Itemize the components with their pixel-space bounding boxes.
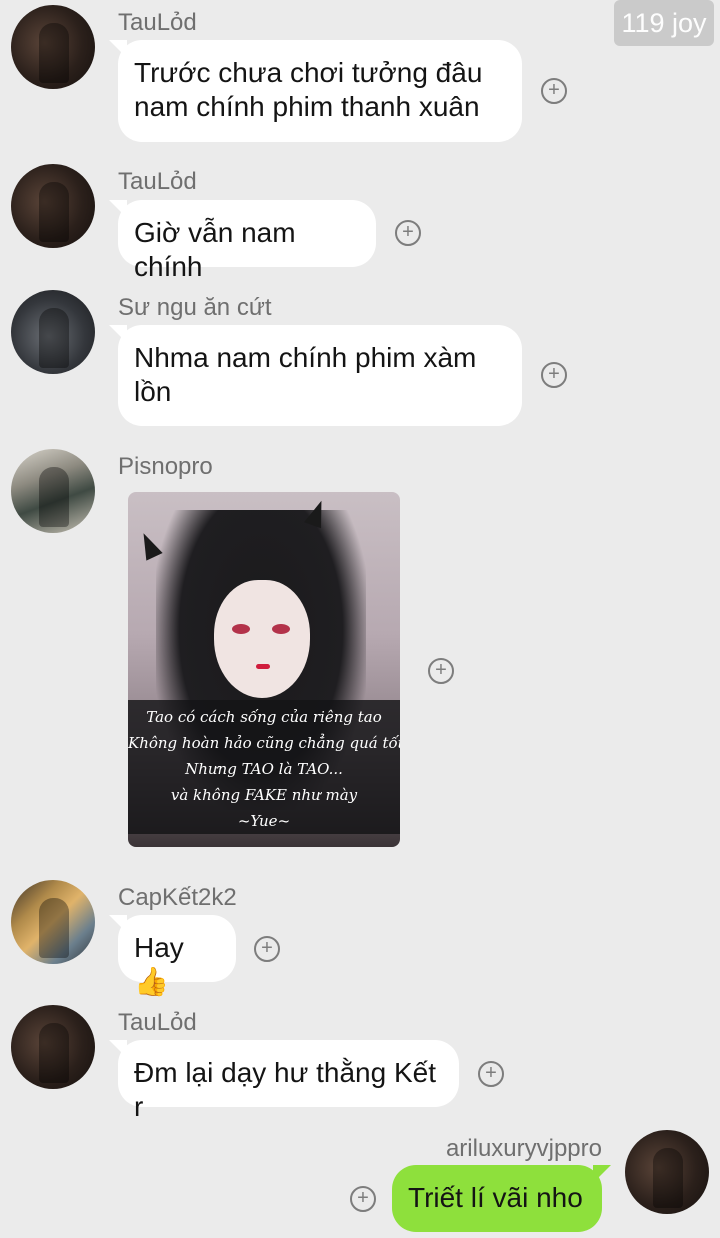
message-line: Hay 👍: [134, 932, 184, 997]
image-message[interactable]: Tao có cách sống của riêng tao Không hoà…: [128, 492, 400, 847]
message-line: nam chính phim thanh xuân: [134, 91, 480, 122]
avatar-figure: [653, 1148, 683, 1208]
avatar-figure: [39, 182, 69, 242]
message-line: Trước chưa chơi tưởng đâu: [134, 57, 483, 88]
eye-left: [232, 624, 250, 634]
avatar-figure: [39, 898, 69, 958]
sender-name: Pisnopro: [118, 453, 213, 480]
add-reaction-icon[interactable]: +: [428, 658, 454, 684]
sender-name: CapKết2k2: [118, 884, 237, 911]
avatar[interactable]: [11, 1005, 95, 1089]
avatar-figure: [39, 467, 69, 527]
message-bubble[interactable]: Trước chưa chơi tưởng đâu nam chính phim…: [109, 40, 522, 142]
message-bubble[interactable]: Nhma nam chính phim xàm lồn: [109, 325, 522, 426]
caption-line: và không FAKE như mày: [170, 786, 358, 804]
self-sender-name: ariluxuryvjppro: [445, 1135, 602, 1162]
add-reaction-icon[interactable]: +: [350, 1186, 376, 1212]
add-reaction-icon[interactable]: +: [478, 1061, 504, 1087]
self-avatar[interactable]: [625, 1130, 709, 1214]
sender-name: Sư ngu ăn cứt: [118, 294, 272, 321]
caption-line: Không hoàn hảo cũng chẳng quá tốt: [128, 734, 400, 752]
avatar[interactable]: [11, 164, 95, 248]
message-bubble[interactable]: Đm lại dạy hư thằng Kết r: [109, 1040, 459, 1122]
avatar[interactable]: [11, 5, 95, 89]
add-reaction-icon[interactable]: +: [541, 362, 567, 388]
message-line: lồn: [134, 376, 172, 407]
avatar-figure: [39, 23, 69, 83]
avatar-figure: [39, 308, 69, 368]
message-bubble[interactable]: Hay 👍: [109, 915, 236, 997]
sender-name: TauLỏd: [118, 1009, 197, 1036]
eye-right: [272, 624, 290, 634]
caption-line: ~Yue~: [237, 812, 291, 830]
caption-line: Nhưng TAO là TAO...: [185, 760, 343, 778]
avatar[interactable]: [11, 880, 95, 964]
sender-name: TauLỏd: [118, 9, 197, 36]
avatar[interactable]: [11, 290, 95, 374]
image-caption: Tao có cách sống của riêng tao Không hoà…: [128, 700, 400, 834]
message-line: Đm lại dạy hư thằng Kết r: [134, 1057, 437, 1122]
add-reaction-icon[interactable]: +: [541, 78, 567, 104]
avatar-figure: [39, 1023, 69, 1083]
sender-name: TauLỏd: [118, 168, 197, 195]
caption-line: Tao có cách sống của riêng tao: [146, 708, 382, 726]
message-bubble[interactable]: Giờ vẫn nam chính: [109, 200, 376, 282]
add-reaction-icon[interactable]: +: [254, 936, 280, 962]
self-message-bubble[interactable]: Triết lí vãi nho: [392, 1165, 611, 1232]
add-reaction-icon[interactable]: +: [395, 220, 421, 246]
message-line: Giờ vẫn nam chính: [134, 217, 296, 282]
reaction-counter-badge: 119 joy: [614, 0, 714, 46]
message-line: Nhma nam chính phim xàm: [134, 342, 477, 373]
mouth: [256, 664, 270, 669]
avatar[interactable]: [11, 449, 95, 533]
message-line: Triết lí vãi nho: [408, 1182, 583, 1213]
image-face: [214, 580, 310, 698]
